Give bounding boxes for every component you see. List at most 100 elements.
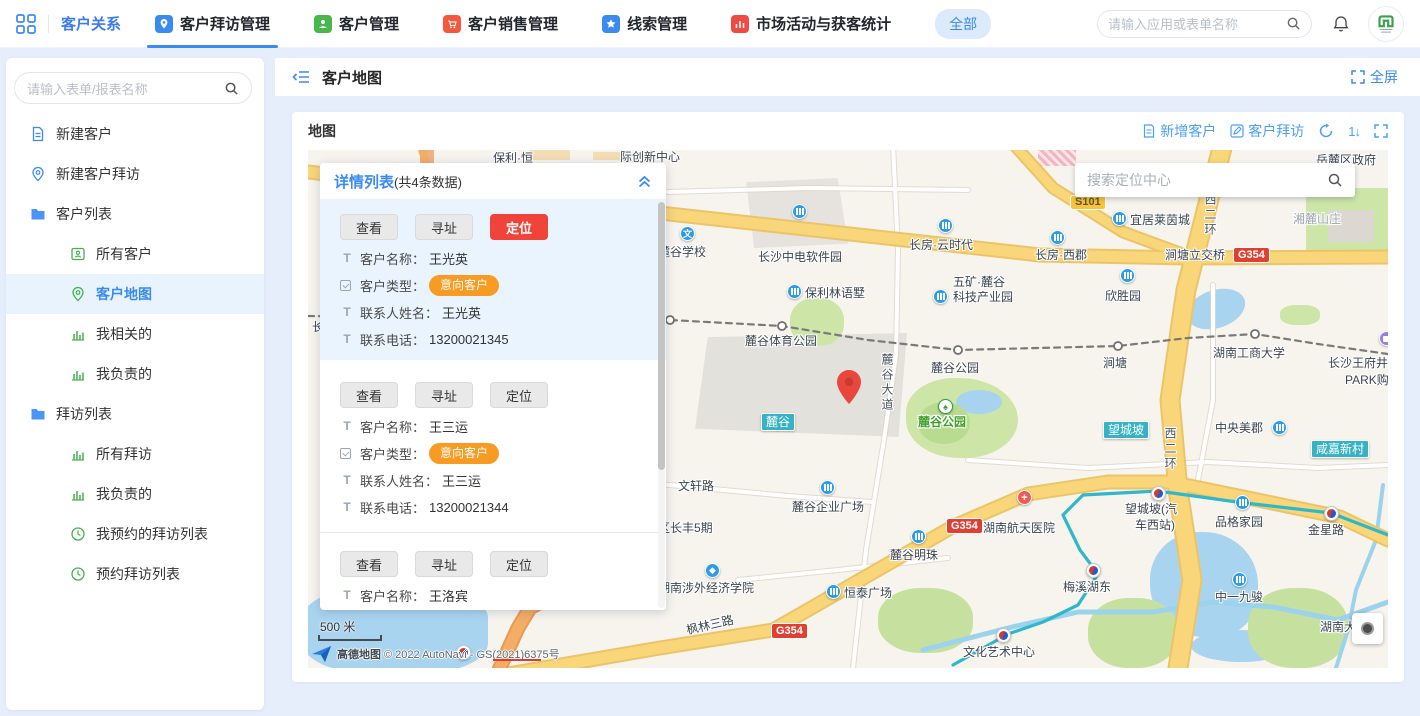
map-label: 品格家园 [1215,515,1263,529]
building-poi-icon[interactable] [938,218,953,233]
sidebar-item-new-customer[interactable]: 新建客户 [6,114,264,154]
sidebar-item-my-responsibility[interactable]: 我负责的 [6,354,264,394]
address-button[interactable]: 寻址 [415,214,473,240]
map-label: 长房·云时代 [909,238,973,252]
customer-location-marker[interactable] [837,370,861,404]
collapse-sidebar-icon[interactable] [292,70,310,84]
notification-bell-icon[interactable] [1332,15,1350,33]
sidebar-item-label: 我预约的拜访列表 [96,524,208,544]
building-poi-icon[interactable] [820,480,835,495]
locate-button[interactable]: 定位 [490,214,548,240]
map-fullscreen-icon[interactable] [1374,124,1388,138]
all-filter-badge[interactable]: 全部 [935,9,991,39]
map-canvas[interactable]: 文 ◆ + ♠ 保利·恒 际创新中心 长沙中电软件园 长房·云时代 麓谷学校 保… [308,150,1388,668]
view-button[interactable]: 查看 [340,382,398,408]
scrollbar-thumb[interactable] [658,202,665,470]
school-poi-icon[interactable]: 文 [680,226,695,241]
add-customer-button[interactable]: 新增客户 [1142,121,1216,141]
map-label: 宜居莱茵城 [1130,213,1190,227]
map-road-label: 西二环 [1203,193,1217,238]
text-field-icon: T [340,332,354,346]
tab-customer-mgmt[interactable]: 客户管理 [314,0,399,48]
map-label: 中央美郡 [1215,421,1263,435]
mall-poi-icon[interactable] [1379,331,1388,346]
building-poi-icon[interactable] [787,284,802,299]
fullscreen-button[interactable]: 全屏 [1351,67,1398,87]
building-poi-icon[interactable] [1235,495,1250,510]
customer-card: 查看 寻址 定位 T客户名称：王三运 客户类型：意向客户 T联系人姓名：王三运 … [320,360,666,533]
search-placeholder: 请输入应用或表单名称 [1108,14,1286,33]
metro-station-icon[interactable] [1151,486,1166,501]
locate-me-button[interactable] [1352,613,1383,644]
locate-button[interactable]: 定位 [490,382,548,408]
form-search-input[interactable]: 请输入表单/报表名称 [14,72,252,104]
apps-grid-icon[interactable] [16,14,36,34]
attribution-underline [493,659,541,661]
sidebar-item-all-customers[interactable]: 所有客户 [6,234,264,274]
sidebar-group-customer-list[interactable]: 客户列表 [6,194,264,234]
tab-market-activity-stats[interactable]: 市场活动与获客统计 [731,0,891,48]
tab-customer-sales-mgmt[interactable]: 客户销售管理 [443,0,558,48]
metro-station-icon[interactable] [996,628,1011,643]
map-label: 文化艺术中心 [963,645,1035,659]
brand-title[interactable]: 客户关系 [61,13,121,34]
address-button[interactable]: 寻址 [415,382,473,408]
station-badge-lugu: 麓谷 [761,413,795,431]
contact-phone: 13200021344 [429,500,509,515]
map-label: 湖南工商大学 [1213,346,1285,360]
global-search-input[interactable]: 请输入应用或表单名称 [1097,10,1312,38]
view-button[interactable]: 查看 [340,214,398,240]
sidebar-group-visit-list[interactable]: 拜访列表 [6,394,264,434]
sidebar-item-reserved-visit-list[interactable]: 预约拜访列表 [6,554,264,594]
college-poi-icon[interactable]: ◆ [705,563,720,578]
locate-button[interactable]: 定位 [490,551,548,577]
sidebar-item-customer-map[interactable]: 客户地图 [6,274,264,314]
tab-label: 客户拜访管理 [180,13,270,34]
map-card: 地图 新增客户 客户拜访 1↓ [292,112,1404,682]
building-poi-icon[interactable] [933,289,948,304]
sidebar-item-new-customer-visit[interactable]: 新建客户拜访 [6,154,264,194]
metro-station-icon[interactable] [1324,506,1339,521]
person-icon [314,15,332,33]
building-poi-icon[interactable] [792,204,807,219]
map-search-input[interactable]: 搜索定位中心 [1075,163,1355,197]
view-button[interactable]: 查看 [340,551,398,577]
building-poi-icon[interactable] [1120,268,1135,283]
building-poi-icon[interactable] [1112,211,1127,226]
map-road-label: 文轩路 [678,479,714,493]
sidebar-item-label: 我负责的 [96,484,152,504]
org-logo-avatar[interactable] [1368,6,1404,42]
field-label: 客户类型： [360,276,425,295]
sidebar-item-my-reserved-visits[interactable]: 我预约的拜访列表 [6,514,264,554]
customer-card: 查看 寻址 定位 T客户名称：王光英 客户类型：意向客户 T联系人姓名：王光英 … [320,200,666,360]
tab-customer-visit-mgmt[interactable]: 客户拜访管理 [155,0,270,48]
sort-icon[interactable]: 1↓ [1348,124,1360,139]
map-label: 麓谷明珠 [890,548,938,562]
sidebar-item-related-to-me[interactable]: 我相关的 [6,314,264,354]
collapse-panel-icon[interactable] [637,174,652,188]
refresh-icon[interactable] [1318,123,1334,139]
map-label: 区长丰5期 [658,521,713,535]
metro-station-icon[interactable] [1086,563,1101,578]
address-button[interactable]: 寻址 [415,551,473,577]
map-label: 涧塘 [1103,356,1127,370]
bar-chart-icon [70,486,86,502]
building-poi-icon[interactable] [1050,230,1065,245]
document-icon [30,126,46,142]
contact-name: 王光英 [442,303,481,322]
building-poi-icon[interactable] [911,529,926,544]
content-header: 客户地图 全屏 [275,58,1420,96]
sidebar-item-all-visits[interactable]: 所有拜访 [6,434,264,474]
panel-scrollbar[interactable] [658,202,665,608]
park-poi-icon[interactable]: ♠ [938,399,953,414]
customer-visit-button[interactable]: 客户拜访 [1230,121,1304,141]
sidebar-item-my-responsibility-visits[interactable]: 我负责的 [6,474,264,514]
building-poi-icon[interactable] [1272,420,1287,435]
hospital-poi-icon[interactable]: + [1017,490,1032,505]
text-field-icon: T [340,251,354,265]
tab-leads-mgmt[interactable]: 线索管理 [602,0,687,48]
road-badge-s101: S101 [1070,195,1106,210]
building-poi-icon[interactable] [1232,572,1247,587]
divider [48,15,49,33]
building-poi-icon[interactable] [826,584,841,599]
